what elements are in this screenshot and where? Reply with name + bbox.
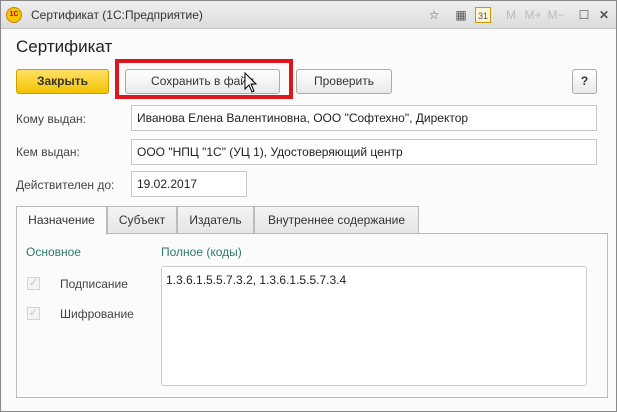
issued-by-field[interactable]: ООО "НПЦ "1С" (УЦ 1), Удостоверяющий цен…: [131, 139, 597, 165]
favorites-icon[interactable]: ☆: [426, 7, 442, 23]
valid-until-label: Действителен до:: [16, 178, 115, 192]
1c-logo-icon: 1C: [6, 7, 22, 23]
encryption-checkbox[interactable]: ✓: [27, 307, 40, 320]
memory-m-minus-button[interactable]: M−: [546, 7, 566, 23]
check-button[interactable]: Проверить: [296, 69, 392, 94]
page-title: Сертификат: [16, 37, 113, 56]
calculator-icon[interactable]: ▦: [453, 7, 469, 23]
signing-checkbox[interactable]: ✓: [27, 277, 40, 290]
mouse-cursor-icon: [244, 72, 258, 93]
title-bar: 1C Сертификат (1С:Предприятие) ☆ ▦ 31 M …: [1, 1, 616, 29]
tab-internal-content[interactable]: Внутреннее содержание: [254, 206, 419, 234]
memory-m-plus-button[interactable]: M+: [523, 7, 543, 23]
tab-purpose[interactable]: Назначение: [16, 206, 107, 235]
maximize-icon[interactable]: ☐: [576, 7, 592, 23]
close-button[interactable]: Закрыть: [16, 69, 109, 94]
highlight-box: [115, 59, 293, 99]
certificate-window: 1C Сертификат (1С:Предприятие) ☆ ▦ 31 M …: [0, 0, 617, 412]
calendar-icon[interactable]: 31: [475, 7, 491, 23]
full-codes-label: Полное (коды): [161, 245, 242, 259]
tab-subject[interactable]: Субъект: [107, 206, 177, 234]
codes-textarea[interactable]: 1.3.6.1.5.5.7.3.2, 1.3.6.1.5.5.7.3.4: [161, 266, 587, 386]
signing-label: Подписание: [60, 277, 128, 291]
encryption-label: Шифрование: [60, 307, 134, 321]
memory-m-button[interactable]: M: [503, 7, 519, 23]
issued-by-label: Кем выдан:: [16, 145, 80, 159]
valid-until-field[interactable]: 19.02.2017: [131, 171, 247, 197]
tab-issuer[interactable]: Издатель: [177, 206, 254, 234]
close-icon[interactable]: ✕: [596, 7, 612, 23]
main-group-label: Основное: [26, 245, 81, 259]
help-button[interactable]: ?: [572, 69, 597, 94]
window-title: Сертификат (1С:Предприятие): [31, 8, 203, 22]
issued-to-label: Кому выдан:: [16, 112, 87, 126]
issued-to-field[interactable]: Иванова Елена Валентиновна, ООО "Софтехн…: [131, 105, 597, 131]
